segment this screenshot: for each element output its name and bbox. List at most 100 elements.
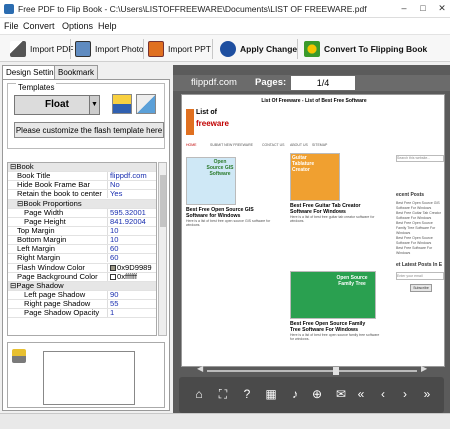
property-row[interactable]: Page Height 841.92004 [8, 217, 156, 227]
nav-item-home[interactable]: HOME [186, 141, 197, 149]
next-page-icon[interactable]: › [397, 385, 413, 403]
tab-bookmark[interactable]: Bookmark [54, 65, 99, 79]
property-value[interactable]: 0x9D9989 [107, 263, 156, 272]
window-title: Free PDF to Flip Book - C:\Users\LISTOFF… [18, 4, 367, 14]
slider-track[interactable] [207, 370, 417, 372]
slider-right-arrow-icon[interactable]: ▶ [421, 364, 427, 373]
home-icon[interactable]: ⌂ [191, 385, 207, 403]
import-ppt-button[interactable]: Import PPT [148, 38, 211, 60]
convert-button[interactable]: Convert To Flipping Book [304, 38, 427, 60]
slider-left-arrow-icon[interactable]: ◀ [197, 364, 203, 373]
menu-file[interactable]: File [4, 21, 19, 31]
property-row[interactable]: Retain the book to center Yes [8, 190, 156, 200]
property-row[interactable]: Hide Book Frame Bar No [8, 181, 156, 191]
menu-convert[interactable]: Convert [23, 21, 55, 31]
property-value[interactable]: Yes [107, 190, 156, 199]
property-value[interactable]: 60 [107, 245, 156, 254]
recent-post-link[interactable]: Best Free Open Source Family Tree Softwa… [396, 221, 444, 236]
zoom-icon[interactable]: ⊕ [309, 385, 325, 403]
post-card[interactable]: Open Source GIS Software Best Free Open … [186, 157, 278, 227]
post-card[interactable]: Guitar Tablature Creator Best Free Guita… [290, 153, 382, 223]
property-value[interactable]: 55 [107, 300, 156, 309]
nav-item-submit[interactable]: SUBMIT NEW FREEWARE [210, 141, 253, 149]
fit-screen-icon[interactable]: ⛶ [215, 385, 231, 403]
menu-options[interactable]: Options [62, 21, 93, 31]
save-template-icon[interactable] [112, 94, 132, 114]
recent-post-link[interactable]: Best Free Software For Windows [396, 246, 444, 256]
template-select[interactable]: Float ▼ [14, 95, 100, 115]
post-card[interactable]: Open Source Family Tree Best Free Open S… [290, 271, 382, 341]
property-key: Right Margin [8, 254, 106, 262]
subscribe-button[interactable]: Subscribe [410, 284, 432, 292]
nav-item-sitemap[interactable]: SITEMAP [312, 141, 327, 149]
minimize-button[interactable]: – [398, 2, 410, 14]
load-template-icon[interactable] [136, 94, 156, 114]
property-scrollbar[interactable] [158, 162, 167, 336]
thumbnails-icon[interactable]: ▦ [263, 385, 279, 403]
property-value[interactable]: 90 [107, 290, 156, 299]
property-row[interactable]: Page Shadow Opacity 1 [8, 309, 156, 319]
site-logo: List of freeware [186, 109, 229, 137]
close-button[interactable]: ✕ [436, 2, 448, 14]
property-row[interactable]: Right page Shadow 55 [8, 300, 156, 310]
property-key-label: Right Margin [17, 254, 61, 263]
property-row[interactable]: Right Margin 60 [8, 254, 156, 264]
post-title[interactable]: Best Free Open Source Family Tree Softwa… [290, 321, 375, 333]
nav-item-about[interactable]: ABOUT US [290, 141, 308, 149]
import-pdf-button[interactable]: Import PDF [10, 38, 73, 60]
property-key-label: Left Margin [17, 245, 55, 254]
property-value[interactable]: No [107, 181, 156, 190]
maximize-button[interactable]: □ [417, 2, 429, 14]
menu-help[interactable]: Help [98, 21, 117, 31]
page-slider[interactable]: ◀ ▶ [197, 364, 427, 375]
property-row[interactable]: Book Title flippdf.com [8, 172, 156, 182]
post-title[interactable]: Best Free Open Source GIS Software for W… [186, 207, 271, 219]
property-row[interactable]: Page Background Color 0xffffff [8, 272, 156, 282]
first-page-icon[interactable]: « [353, 385, 369, 403]
recent-post-link[interactable]: Best Free Open Source Software For Windo… [396, 236, 444, 246]
property-value[interactable]: flippdf.com [107, 172, 156, 181]
recent-post-link[interactable]: Best Free Guitar Tab Creator Software Fo… [396, 211, 444, 221]
property-row[interactable]: Top Margin 10 [8, 226, 156, 237]
property-value[interactable]: 1 [107, 309, 156, 318]
property-value[interactable]: 60 [107, 254, 156, 263]
help-icon[interactable]: ? [239, 385, 255, 403]
sound-icon[interactable]: ♪ [287, 385, 303, 403]
property-value[interactable]: 0xffffff [107, 272, 156, 281]
template-preview [7, 342, 165, 408]
nav-item-contact[interactable]: CONTACT US [262, 141, 284, 149]
color-swatch[interactable] [110, 264, 116, 271]
email-field[interactable]: Enter your email [396, 272, 444, 280]
property-row[interactable]: Page Width 595.32001 [8, 208, 156, 218]
recent-post-link[interactable]: Best Free Open Source GIS Software For W… [396, 201, 444, 211]
property-key: Retain the book to center [8, 190, 106, 198]
property-row[interactable]: Left Margin 60 [8, 245, 156, 255]
property-row[interactable]: Flash Window Color 0x9D9989 [8, 263, 156, 273]
last-page-icon[interactable]: » [419, 385, 435, 403]
property-group[interactable]: ⊟Page Shadow [8, 281, 156, 291]
property-value[interactable]: 10 [107, 236, 156, 245]
property-key: Book Title [8, 172, 106, 180]
page-indicator[interactable]: 1/4 [291, 76, 355, 90]
customize-template-button[interactable]: Please customize the flash template here [14, 122, 164, 138]
site-header: List Of Freeware - List of Best Free Sof… [261, 98, 367, 104]
post-title[interactable]: Best Free Guitar Tab Creator Software Fo… [290, 203, 375, 215]
property-value[interactable]: 595.32001 [107, 208, 156, 217]
chevron-down-icon[interactable]: ▼ [89, 96, 99, 114]
color-swatch[interactable] [110, 273, 116, 280]
property-group[interactable]: ⊟Book [8, 163, 156, 173]
previous-page-icon[interactable]: ‹ [375, 385, 391, 403]
email-icon[interactable]: ✉ [333, 385, 349, 403]
slider-knob[interactable] [333, 367, 339, 375]
property-value[interactable]: 10 [107, 226, 156, 235]
scrollbar-thumb[interactable] [160, 175, 166, 227]
property-group[interactable]: ⊟Book Proportions [8, 199, 156, 209]
property-value[interactable]: 841.92004 [107, 217, 156, 226]
property-row[interactable]: Left page Shadow 90 [8, 290, 156, 301]
post-excerpt: Here is a list of best free open source … [290, 333, 380, 341]
site-search-input[interactable]: Search this website... [396, 155, 444, 162]
import-photo-button[interactable]: Import Photo [75, 38, 144, 60]
logo-top: List of [196, 109, 217, 116]
property-row[interactable]: Bottom Margin 10 [8, 236, 156, 246]
apply-change-button[interactable]: Apply Change [220, 38, 297, 60]
